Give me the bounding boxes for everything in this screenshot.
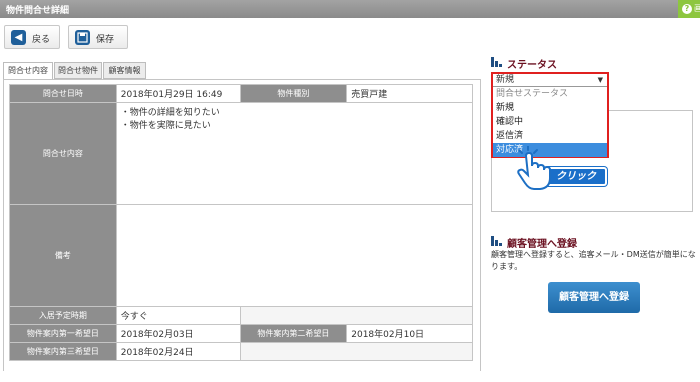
property-type-value: 売買戸建 (346, 84, 473, 103)
inquiry-content-line: ・物件を実際に見たい (120, 121, 211, 131)
status-heading: ステータス (507, 60, 557, 71)
status-option[interactable]: 新規 (493, 101, 607, 115)
tab-inquiry-content[interactable]: 問合せ内容 (3, 62, 53, 80)
inquiry-date-label: 問合せ日時 (9, 84, 117, 103)
status-option[interactable]: 確認中 (493, 115, 607, 129)
inquiry-content-label: 問合せ内容 (9, 102, 117, 205)
status-selected-value: 新規 (496, 75, 515, 85)
status-option[interactable]: 返信済 (493, 129, 607, 143)
property-type-label: 物件種別 (239, 84, 348, 103)
movein-empty-cell (239, 306, 473, 325)
window-title: 物件問合せ詳細 (6, 6, 70, 16)
crm-heading: 顧客管理へ登録 (507, 239, 577, 250)
back-arrow-icon: ◀ (11, 30, 26, 45)
wish3-label: 物件案内第三希望日 (9, 342, 117, 361)
inquiry-date-value: 2018年01月29日 16:49 (115, 84, 241, 103)
floppy-disk-icon (75, 30, 90, 45)
back-button[interactable]: ◀ 戻る (4, 25, 60, 49)
inquiry-content-line: ・物件の詳細を知りたい (120, 108, 220, 118)
inquiry-content-value: ・物件の詳細を知りたい ・物件を実際に見たい (115, 102, 474, 205)
wish3-empty-cell (239, 342, 473, 361)
wish3-value: 2018年02月24日 (115, 342, 241, 361)
tab-inquiry-property[interactable]: 問合せ物件 (54, 62, 102, 79)
movein-label: 入居予定時期 (9, 306, 117, 325)
window-titlebar: 物件問合せ詳細 ? 画 (0, 0, 700, 18)
status-select[interactable]: 新規 ▼ (493, 74, 607, 87)
wish1-label: 物件案内第一希望日 (9, 324, 117, 343)
status-option[interactable]: 問合せステータス (493, 87, 607, 101)
help-button[interactable]: ? 画 (678, 0, 700, 18)
inquiry-detail-table: 問合せ日時 2018年01月29日 16:49 物件種別 売買戸建 問合せ内容 … (9, 84, 474, 361)
wish1-value: 2018年02月03日 (115, 324, 241, 343)
note-label: 備考 (9, 204, 117, 307)
bar-chart-icon (491, 236, 502, 246)
back-button-label: 戻る (32, 35, 51, 45)
crm-description: 顧客管理へ登録すると、追客メール・DM送信が簡単になります。 (491, 250, 696, 271)
tab-customer-info[interactable]: 顧客情報 (103, 62, 146, 79)
wish2-label: 物件案内第二希望日 (239, 324, 348, 343)
note-value (115, 204, 474, 307)
movein-value: 今すぐ (115, 306, 241, 325)
chevron-down-icon: ▼ (597, 76, 603, 84)
save-button-label: 保存 (96, 35, 115, 45)
save-button[interactable]: 保存 (68, 25, 128, 49)
bar-chart-icon (491, 57, 502, 67)
question-circle-icon: ? (682, 4, 692, 14)
pointer-hand-icon (515, 145, 559, 190)
register-crm-button[interactable]: 顧客管理へ登録 (548, 282, 640, 313)
help-label: 画 (694, 4, 700, 13)
wish2-value: 2018年02月10日 (346, 324, 473, 343)
